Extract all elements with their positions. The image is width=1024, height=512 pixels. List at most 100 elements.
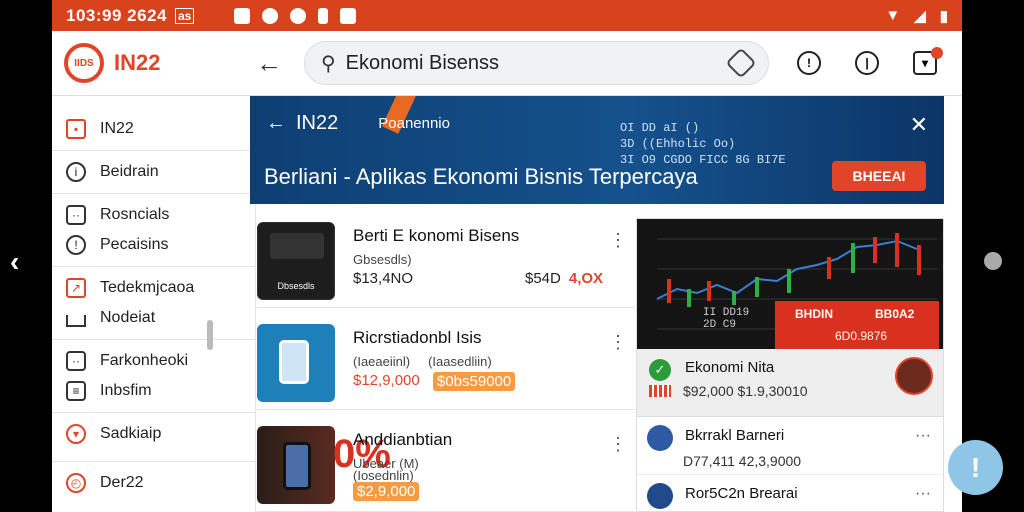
status-icons — [234, 7, 357, 24]
banner-info-line: 3D ((Ehholic Oo) — [620, 137, 736, 151]
more-options-icon[interactable]: ⋮ — [609, 434, 627, 455]
help-fab-button[interactable]: ! — [948, 440, 1003, 495]
app-logo[interactable]: IIDS IN22 — [52, 43, 252, 83]
search-icon: ⚲ — [321, 52, 336, 75]
wifi-icon: ▼ — [885, 6, 901, 24]
price-pill: $2,9,000 — [353, 482, 420, 501]
avatar — [895, 357, 933, 395]
item-title: Ror5C2n Brearai — [685, 485, 798, 502]
sidebar-item-farkonheoki[interactable]: ·· Farkonheoki — [52, 346, 255, 376]
banner-info: OI DD aI () 3D ((Ehholic Oo) 3I O9 CGDO … — [620, 120, 786, 168]
more-options-icon[interactable]: ⋮ — [609, 230, 627, 251]
sidebar-divider — [52, 412, 255, 413]
promo-banner[interactable]: ← IN22 Poanennio OI DD aI () 3D ((Ehholi… — [250, 96, 944, 204]
card-subtitle-secondary: (Iosednlin) — [353, 468, 414, 483]
search-input[interactable] — [345, 51, 706, 75]
app-bar: IIDS IN22 ← ⚲ ! | ▾ — [52, 31, 962, 96]
app-screen: 103:99 2624 as ▼ ◢ ▮ IIDS IN22 ← ⚲ ! | — [52, 0, 962, 512]
card-subtitle-left: (Iaeaeiinl) — [353, 354, 411, 369]
banner-headline: Berliani - Aplikas Ekonomi Bisnis Terper… — [264, 164, 698, 189]
chart-tab-2[interactable]: BB0A2 — [875, 307, 914, 321]
list-item[interactable]: 0% Anddianbtian Ubeaer (M) (Iosednlin) $… — [257, 422, 635, 512]
status-time: 103:99 2624 — [66, 5, 167, 25]
home-icon — [66, 315, 86, 327]
nav-dot[interactable] — [984, 252, 1002, 270]
banner-back-icon[interactable]: ← — [266, 112, 286, 135]
signal-icon: ◢ — [914, 7, 926, 25]
price-change: 4,OX — [568, 270, 604, 287]
card-subtitle: (Iaeaeiinl) (Iaasedliin) — [353, 354, 492, 369]
alert-icon[interactable]: ! — [797, 51, 821, 75]
more-options-icon[interactable]: ··· — [915, 427, 931, 445]
calendar-icon — [340, 7, 357, 24]
filter-icon[interactable] — [725, 47, 757, 79]
sidebar-item-label: Tedekmjcaoa — [100, 279, 195, 296]
chevron-left-icon[interactable]: ‹ — [10, 246, 19, 278]
trend-icon: ↗ — [66, 278, 86, 298]
card-thumbnail: 0% — [257, 426, 391, 504]
item-title: Bkrrakl Barneri — [685, 427, 785, 444]
sidebar-item-rosncials[interactable]: ·· Rosncials — [52, 200, 255, 230]
phone-graphic — [283, 442, 311, 490]
sidebar-item-der22[interactable]: ◴ Der22 — [52, 468, 255, 498]
card-price: $12,9,000 — [353, 372, 420, 389]
card-title: Ricrstiadonbl Isis — [353, 328, 482, 347]
info-icon: ! — [66, 235, 86, 255]
app-bar-actions: ! | ▾ — [797, 47, 943, 75]
chart-tabs: BHDIN BB0A2 6D0.9876 — [775, 301, 939, 349]
banner-cta-button[interactable]: BHEEAI — [832, 161, 926, 191]
featured-price: $92,000 $1.9,30010 — [683, 383, 808, 399]
card-price: $13,4NO — [353, 270, 414, 287]
sidebar-item-tedekmjcaoa[interactable]: ↗ Tedekmjcaoa — [52, 273, 255, 303]
sidebar-item-label: IN22 — [100, 120, 134, 137]
market-panel: II DD19 2D C9 BHDIN BB0A2 6D0.9876 ✓ Ekon… — [636, 218, 944, 512]
card-thumbnail: Dbsesdls — [257, 222, 335, 300]
logo-text: IN22 — [114, 50, 161, 75]
sidebar-item-label: Beidrain — [100, 163, 159, 180]
sidebar: ▪ IN22 i Beidrain ·· Rosncials ! Pecaisins ↗… — [52, 96, 256, 512]
chat-icon: ·· — [66, 351, 86, 371]
banner-subtitle: Poanennio — [378, 115, 450, 132]
sidebar-item-label: Pecaisins — [100, 236, 169, 253]
card-price-secondary: $54D 4,OX — [525, 270, 603, 287]
price-secondary-value: $54D — [525, 270, 561, 287]
chart-label-line: II DD19 — [703, 307, 750, 319]
sidebar-item-label: Der22 — [100, 474, 144, 491]
flag-icon — [649, 385, 671, 397]
sidebar-item-label: Inbsfim — [100, 382, 152, 399]
sidebar-item-label: Farkonheoki — [100, 352, 189, 369]
chart-tab-1[interactable]: BHDIN — [795, 307, 833, 321]
list-item[interactable]: Ricrstiadonbl Isis (Iaeaeiinl) (Iaasedlii… — [257, 320, 635, 410]
item-price: D77,411 42,3,9000 — [683, 453, 802, 469]
notification-bell-icon[interactable]: ▾ — [913, 47, 943, 75]
sidebar-scrollbar[interactable] — [207, 320, 213, 350]
usb-icon — [318, 7, 329, 24]
book-icon: ≡ — [66, 381, 86, 401]
timer-icon[interactable]: | — [855, 51, 879, 75]
info-icon: i — [66, 162, 86, 182]
stock-chart[interactable]: II DD19 2D C9 BHDIN BB0A2 6D0.9876 — [637, 219, 943, 349]
phone-graphic — [279, 340, 309, 384]
list-item[interactable]: Ror5C2n Brearai ··· — [637, 475, 943, 511]
search-bar[interactable]: ⚲ — [304, 41, 769, 85]
card-subtitle: Gbsesdls) — [353, 252, 412, 267]
list-item[interactable]: Bkrrakl Barneri D77,411 42,3,9000 ··· — [637, 417, 943, 475]
item-icon — [647, 483, 673, 509]
more-options-icon[interactable]: ··· — [915, 485, 931, 503]
back-arrow-icon[interactable]: ← — [256, 48, 296, 79]
sidebar-item-sadkiaip[interactable]: ▾ Sadkiaip — [52, 419, 255, 449]
notification-icon — [234, 7, 251, 24]
more-options-icon[interactable]: ⋮ — [609, 332, 627, 353]
sidebar-item-inbsfim[interactable]: ≡ Inbsfim — [52, 376, 255, 406]
sidebar-item-in22[interactable]: ▪ IN22 — [52, 114, 255, 144]
close-icon[interactable]: ✕ — [910, 112, 928, 138]
thumbnail-label: Dbsesdls — [277, 281, 315, 291]
featured-item[interactable]: ✓ Ekonomi Nita $92,000 $1.9,30010 — [637, 349, 943, 417]
sidebar-item-nodeiat[interactable]: Nodeiat — [52, 303, 255, 333]
sidebar-item-beidrain[interactable]: i Beidrain — [52, 157, 255, 187]
banner-info-line: OI DD aI () — [620, 121, 700, 135]
sidebar-item-label: Nodeiat — [100, 309, 156, 326]
list-item[interactable]: Dbsesdls Berti E konomi Bisens Gbsesdls)… — [257, 218, 635, 308]
sidebar-item-pecaisins[interactable]: ! Pecaisins — [52, 230, 255, 260]
card-thumbnail — [257, 324, 335, 402]
